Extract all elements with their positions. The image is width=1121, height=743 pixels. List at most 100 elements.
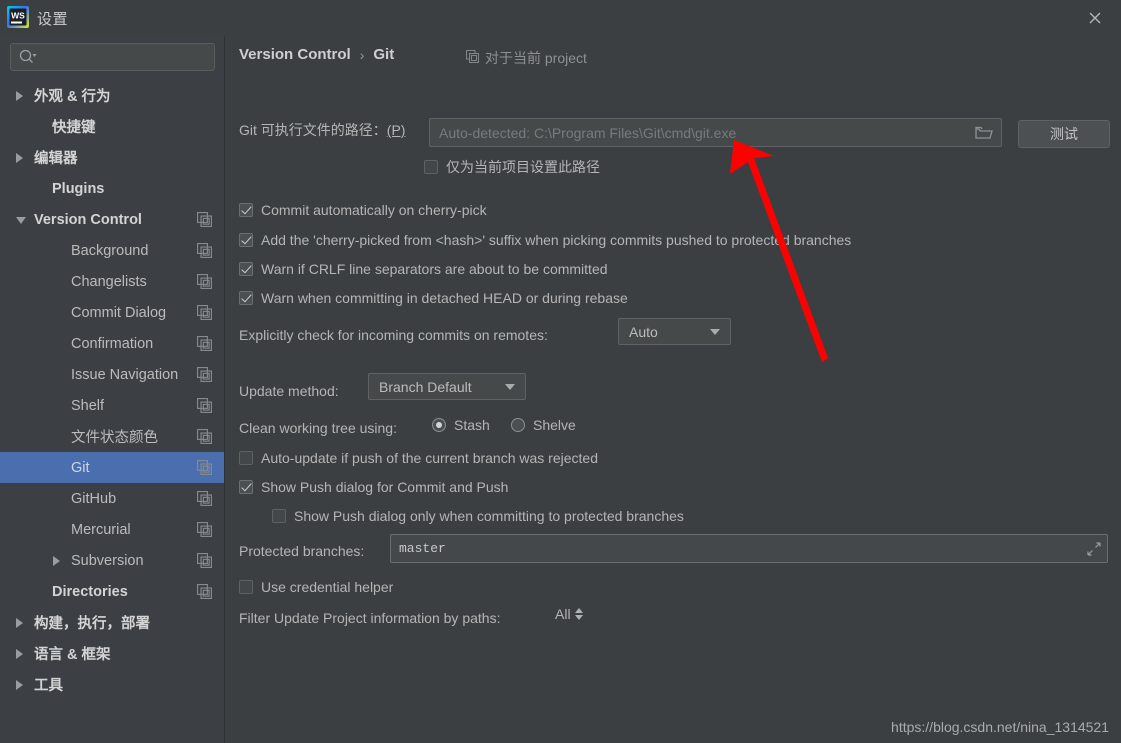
sidebar-item-git[interactable]: Git bbox=[0, 452, 224, 483]
scope-icon bbox=[197, 367, 212, 382]
chevron-right-icon[interactable] bbox=[16, 680, 23, 690]
radio-stash[interactable]: Stash bbox=[432, 417, 490, 433]
sidebar-item-commit-dialog[interactable]: Commit Dialog bbox=[0, 297, 224, 328]
sidebar-item-label: Changelists bbox=[71, 273, 147, 290]
checkbox-label: Warn when committing in detached HEAD or… bbox=[261, 290, 628, 306]
scope-icon bbox=[197, 305, 212, 320]
chevron-right-icon[interactable] bbox=[16, 649, 23, 659]
sidebar-item-mercurial[interactable]: Mercurial bbox=[0, 514, 224, 545]
sidebar-item-[interactable]: 快捷键 bbox=[0, 111, 224, 142]
settings-sidebar: 外观 & 行为 快捷键编辑器 Plugins Version Control Backg… bbox=[0, 36, 225, 743]
sidebar-item-plugins[interactable]: Plugins bbox=[0, 173, 224, 204]
incoming-commits-combo[interactable]: Auto bbox=[618, 318, 731, 345]
checkbox-commit-automatically[interactable]: Commit automatically on cherry-pick bbox=[239, 202, 487, 218]
checkbox-show-push-dialog-protected[interactable]: Show Push dialog only when committing to… bbox=[272, 508, 684, 524]
incoming-commits-label: Explicitly check for incoming commits on… bbox=[239, 327, 548, 343]
sidebar-item-changelists[interactable]: Changelists bbox=[0, 266, 224, 297]
sidebar-item-[interactable]: 编辑器 bbox=[0, 142, 224, 173]
breadcrumb: Version Control › Git bbox=[239, 46, 394, 63]
chevron-right-icon[interactable] bbox=[16, 91, 23, 101]
sidebar-item-subversion[interactable]: Subversion bbox=[0, 545, 224, 576]
checkbox-label: Commit automatically on cherry-pick bbox=[261, 202, 487, 218]
sidebar-item-issue-navigation[interactable]: Issue Navigation bbox=[0, 359, 224, 390]
protected-branches-input[interactable]: master bbox=[390, 534, 1108, 563]
filter-paths-value: All bbox=[555, 606, 571, 622]
sidebar-item-label: 文件状态颜色 bbox=[71, 430, 158, 446]
sidebar-item-label: 外观 & 行为 bbox=[34, 89, 111, 105]
radio-box[interactable] bbox=[511, 418, 525, 432]
chevron-right-icon[interactable] bbox=[16, 153, 23, 163]
sidebar-item-label: Issue Navigation bbox=[71, 366, 179, 383]
scope-hint-label: 对于当前 project bbox=[485, 50, 587, 66]
sidebar-item-directories[interactable]: Directories bbox=[0, 576, 224, 607]
scope-icon bbox=[197, 274, 212, 289]
checkbox-box[interactable] bbox=[424, 160, 438, 174]
git-path-input[interactable]: Auto-detected: C:\Program Files\Git\cmd\… bbox=[429, 118, 1002, 147]
sidebar-item-[interactable]: 构建，执行，部署 bbox=[0, 607, 224, 638]
project-only-label: 仅为当前项目设置此路径 bbox=[446, 159, 600, 175]
scope-icon bbox=[197, 243, 212, 258]
sidebar-item-confirmation[interactable]: Confirmation bbox=[0, 328, 224, 359]
checkbox-show-push-dialog[interactable]: Show Push dialog for Commit and Push bbox=[239, 479, 508, 495]
scope-icon bbox=[466, 50, 479, 66]
git-path-label: Git 可执行文件的路径：(P) bbox=[239, 122, 406, 138]
checkbox-warn-crlf[interactable]: Warn if CRLF line separators are about t… bbox=[239, 261, 608, 277]
sidebar-item-[interactable]: 工具 bbox=[0, 669, 224, 700]
checkbox-box[interactable] bbox=[239, 233, 253, 247]
git-path-mnemonic: (P) bbox=[386, 122, 406, 138]
chevron-down-icon bbox=[505, 383, 515, 390]
sidebar-item-label: Subversion bbox=[71, 552, 144, 569]
checkbox-box[interactable] bbox=[239, 262, 253, 276]
breadcrumb-parent[interactable]: Version Control bbox=[239, 46, 351, 63]
sidebar-item-[interactable]: 语言 & 框架 bbox=[0, 638, 224, 669]
close-icon[interactable] bbox=[1083, 6, 1107, 30]
chevron-right-icon[interactable] bbox=[53, 556, 60, 566]
spinner-arrows-icon[interactable] bbox=[574, 608, 583, 620]
checkbox-warn-detached-head[interactable]: Warn when committing in detached HEAD or… bbox=[239, 290, 628, 306]
sidebar-item-background[interactable]: Background bbox=[0, 235, 224, 266]
chevron-up-icon bbox=[574, 608, 583, 613]
checkbox-auto-update-push-rejected[interactable]: Auto-update if push of the current branc… bbox=[239, 450, 598, 466]
chevron-down-icon[interactable] bbox=[16, 217, 26, 224]
project-only-checkbox[interactable]: 仅为当前项目设置此路径 bbox=[424, 157, 600, 177]
checkbox-box[interactable] bbox=[239, 480, 253, 494]
breadcrumb-separator: › bbox=[359, 46, 365, 63]
checkbox-label: Show Push dialog only when committing to… bbox=[294, 508, 684, 524]
sidebar-item-github[interactable]: GitHub bbox=[0, 483, 224, 514]
checkbox-credential-helper[interactable]: Use credential helper bbox=[239, 579, 393, 595]
scope-icon bbox=[197, 522, 212, 537]
scope-icon bbox=[197, 553, 212, 568]
filter-paths-spinner[interactable]: All bbox=[555, 606, 583, 622]
sidebar-item-shelf[interactable]: Shelf bbox=[0, 390, 224, 421]
incoming-commits-value: Auto bbox=[629, 323, 658, 340]
search-box[interactable] bbox=[10, 43, 215, 71]
checkbox-cherry-picked-suffix[interactable]: Add the 'cherry-picked from <hash>' suff… bbox=[239, 232, 851, 248]
git-settings-panel: Version Control › Git 对于当前 project Git 可… bbox=[226, 36, 1121, 743]
sidebar-item-label: GitHub bbox=[71, 490, 117, 507]
clean-working-tree-label: Clean working tree using: bbox=[239, 420, 397, 436]
checkbox-box[interactable] bbox=[239, 580, 253, 594]
sidebar-item-[interactable]: 文件状态颜色 bbox=[0, 421, 224, 452]
sidebar-item-label: Confirmation bbox=[71, 335, 154, 352]
radio-box[interactable] bbox=[432, 418, 446, 432]
search-input[interactable] bbox=[10, 43, 215, 71]
breadcrumb-current: Git bbox=[373, 46, 395, 63]
checkbox-box[interactable] bbox=[239, 451, 253, 465]
chevron-right-icon[interactable] bbox=[16, 618, 23, 628]
expand-icon[interactable] bbox=[1087, 542, 1101, 556]
checkbox-box[interactable] bbox=[239, 203, 253, 217]
radio-shelve[interactable]: Shelve bbox=[511, 417, 576, 433]
sidebar-item-label: Plugins bbox=[52, 180, 105, 197]
update-method-combo[interactable]: Branch Default bbox=[368, 373, 526, 400]
title-bar: WS 设置 bbox=[0, 0, 1121, 36]
sidebar-item-label: 快捷键 bbox=[52, 120, 96, 136]
test-button[interactable]: 测试 bbox=[1018, 120, 1110, 148]
folder-icon[interactable] bbox=[975, 125, 993, 141]
sidebar-item-[interactable]: 外观 & 行为 bbox=[0, 80, 224, 111]
window-title: 设置 bbox=[37, 11, 69, 28]
sidebar-item-version-control[interactable]: Version Control bbox=[0, 204, 224, 235]
scope-icon bbox=[197, 212, 212, 227]
sidebar-item-label: Version Control bbox=[34, 211, 142, 228]
checkbox-box[interactable] bbox=[239, 291, 253, 305]
checkbox-box[interactable] bbox=[272, 509, 286, 523]
